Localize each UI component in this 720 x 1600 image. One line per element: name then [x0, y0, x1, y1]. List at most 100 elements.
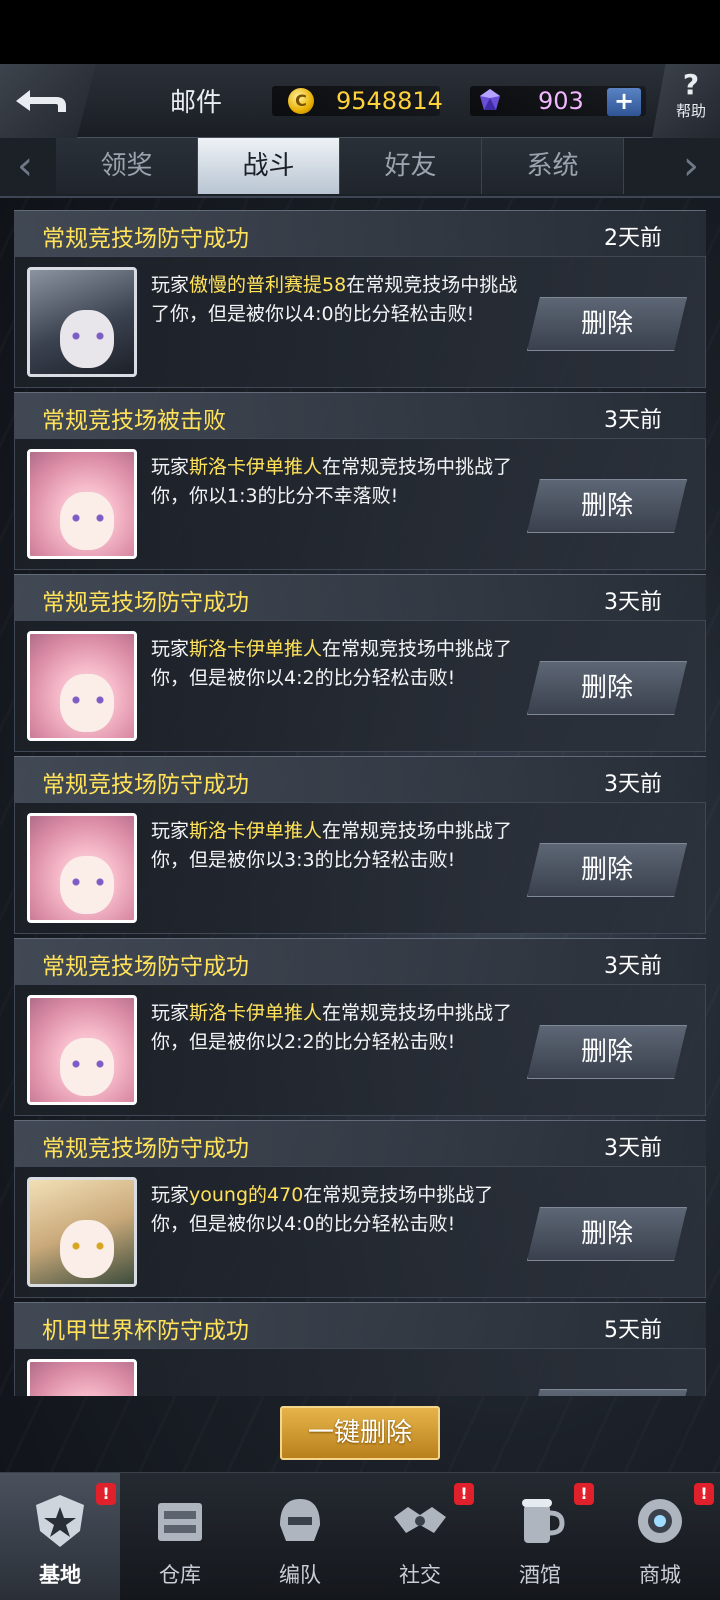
mail-title: 常规竞技场防守成功 [42, 1136, 249, 1162]
message-prefix: 玩家 [151, 456, 190, 478]
mail-message: 玩家斯洛卡伊单推人在常规竞技场中挑战了你，但是被你以2:2的比分轻松击败! [151, 999, 531, 1057]
mail-card[interactable]: 常规竞技场防守成功 2天前玩家傲慢的普利赛提58在常规竞技场中挑战了你，但是被你以… [14, 210, 706, 388]
mail-card[interactable]: 常规竞技场防守成功 3天前玩家斯洛卡伊单推人在常规竞技场中挑战了你，但是被你以2:… [14, 938, 706, 1116]
mail-body: 玩家斯洛卡伊单推人在常规竞技场中挑战了你，但是被你以3:3的比分轻松击败! 删除 [14, 802, 706, 934]
player-avatar[interactable] [27, 1177, 137, 1287]
mail-list[interactable]: 常规竞技场防守成功 2天前玩家傲慢的普利赛提58在常规竞技场中挑战了你，但是被你以… [14, 210, 706, 1396]
tavern-mug-icon [510, 1491, 570, 1551]
mail-card[interactable]: 常规竞技场被击败 3天前 玩家斯洛卡伊单推人在常规竞技场中挑战了你，你以1:3的比分… [14, 392, 706, 570]
mail-message: 玩家傲慢的普利赛提58在常规竞技场中挑战了你，但是被你以4:0的比分轻松击败! [151, 271, 531, 329]
mail-title: 常规竞技场防守成功 [42, 226, 249, 252]
mail-header: 常规竞技场防守成功 2天前 [14, 210, 706, 256]
mail-header: 常规竞技场防守成功 3天前 [14, 756, 706, 802]
player-avatar[interactable] [27, 1359, 137, 1396]
nav-item[interactable]: 酒馆! [480, 1473, 600, 1600]
message-prefix: 玩家 [151, 1002, 190, 1024]
tab-next-arrow-icon[interactable]: › [676, 146, 706, 190]
tab-system[interactable]: 系统 [482, 138, 624, 194]
mail-body: 玩家傲慢的普利赛提58在常规竞技场中挑战了你，但是被你以4:0的比分轻松击败! 删… [14, 256, 706, 388]
mail-body: 玩家斯洛卡伊单推人在常规竞技场中挑战了你，你以1:3的比分不幸落败! 删除 [14, 438, 706, 570]
mail-body: 删除 [14, 1348, 706, 1396]
help-button[interactable]: ? 帮助 [652, 64, 720, 138]
mail-card[interactable]: 常规竞技场防守成功 3天前 玩家young的470在常规竞技场中挑战了你，但是被你以… [14, 1120, 706, 1298]
player-avatar[interactable] [27, 631, 137, 741]
mail-title: 常规竞技场防守成功 [42, 590, 249, 616]
avatar-eyes [68, 696, 108, 704]
coin-amount: 9548814 [336, 87, 443, 115]
nav-item[interactable]: 编队 [240, 1473, 360, 1600]
avatar-eyes [68, 1060, 108, 1068]
nav-item[interactable]: 仓库 [120, 1473, 240, 1600]
mail-time: 3天前 [604, 590, 662, 615]
delete-button[interactable]: 删除 [527, 843, 687, 897]
message-prefix: 玩家 [151, 1184, 190, 1206]
delete-all-button[interactable]: 一键删除 [280, 1406, 440, 1460]
mail-title: 机甲世界杯防守成功 [42, 1318, 249, 1344]
alert-badge: ! [96, 1483, 116, 1505]
mail-header: 机甲世界杯防守成功 5天前 [14, 1302, 706, 1348]
mail-time: 2天前 [604, 226, 662, 251]
mail-card[interactable]: 常规竞技场防守成功 3天前玩家斯洛卡伊单推人在常规竞技场中挑战了你，但是被你以4:… [14, 574, 706, 752]
mail-title: 常规竞技场被击败 [42, 408, 226, 434]
mail-time: 5天前 [604, 1318, 662, 1343]
nav-item[interactable]: 商城! [600, 1473, 720, 1600]
message-prefix: 玩家 [151, 274, 190, 296]
mail-title: 常规竞技场防守成功 [42, 954, 249, 980]
mail-message: 玩家斯洛卡伊单推人在常规竞技场中挑战了你，但是被你以4:2的比分轻松击败! [151, 635, 531, 693]
tab-prev-arrow-icon[interactable]: ‹ [10, 146, 40, 190]
alert-badge: ! [574, 1483, 594, 1505]
top-bar: 邮件 C 9548814 903 + ? 帮助 [0, 64, 720, 138]
avatar-eyes [68, 878, 108, 886]
tab-battle[interactable]: 战斗 [198, 138, 340, 194]
player-avatar[interactable] [27, 995, 137, 1105]
delete-button[interactable]: 删除 [527, 1207, 687, 1261]
delete-button[interactable]: 删除 [527, 297, 687, 351]
mail-header: 常规竞技场防守成功 3天前 [14, 574, 706, 620]
add-gems-button[interactable]: + [607, 88, 641, 116]
alert-badge: ! [454, 1483, 474, 1505]
mail-time: 3天前 [604, 772, 662, 797]
help-label: 帮助 [675, 102, 706, 120]
delete-button[interactable]: 删除 [527, 1025, 687, 1079]
avatar-eyes [68, 332, 108, 340]
player-avatar[interactable] [27, 267, 137, 377]
mail-card[interactable]: 常规竞技场防守成功 3天前 玩家斯洛卡伊单推人在常规竞技场中挑战了你，但是被你以3:… [14, 756, 706, 934]
back-button[interactable] [0, 64, 96, 138]
player-name: 斯洛卡伊单推人 [189, 1002, 323, 1024]
mail-time: 3天前 [604, 1136, 662, 1161]
page-title: 邮件 [170, 88, 223, 118]
delete-button[interactable]: 删除 [527, 661, 687, 715]
mail-card[interactable]: 机甲世界杯防守成功 5天前删除 [14, 1302, 706, 1396]
formation-helmet-icon [270, 1491, 330, 1551]
delete-button[interactable]: 删除 [527, 1389, 687, 1396]
nav-item[interactable]: 社交! [360, 1473, 480, 1600]
coin-icon: C [288, 88, 314, 114]
gem-amount: 903 [538, 87, 584, 115]
tab-bar: ‹ 领奖 战斗 好友 系统 › [0, 138, 720, 198]
tab-friends[interactable]: 好友 [340, 138, 482, 194]
help-icon: ? [682, 68, 700, 101]
mail-body: 玩家斯洛卡伊单推人在常规竞技场中挑战了你，但是被你以4:2的比分轻松击败! 删除 [14, 620, 706, 752]
delete-button[interactable]: 删除 [527, 479, 687, 533]
avatar-eyes [68, 1242, 108, 1250]
nav-label: 酒馆 [519, 1563, 561, 1587]
social-handshake-icon [390, 1491, 450, 1551]
message-prefix: 玩家 [151, 820, 190, 842]
alert-badge: ! [694, 1483, 714, 1505]
player-avatar[interactable] [27, 813, 137, 923]
nav-label: 仓库 [159, 1563, 201, 1587]
player-name: 斯洛卡伊单推人 [189, 820, 323, 842]
mail-time: 3天前 [604, 954, 662, 979]
nav-label: 社交 [399, 1563, 441, 1587]
mail-header: 常规竞技场防守成功 3天前 [14, 1120, 706, 1166]
avatar-eyes [68, 514, 108, 522]
player-name: young的470 [189, 1184, 304, 1206]
tab-rewards[interactable]: 领奖 [56, 138, 198, 194]
shop-robot-icon [630, 1491, 690, 1551]
warehouse-crate-icon [150, 1491, 210, 1551]
bottom-nav: 基地! 仓库 编队 社交! 酒馆! 商城! [0, 1472, 720, 1600]
nav-item[interactable]: 基地! [0, 1473, 120, 1600]
player-avatar[interactable] [27, 449, 137, 559]
gem-icon [480, 89, 500, 110]
back-arrow-icon [16, 90, 66, 112]
